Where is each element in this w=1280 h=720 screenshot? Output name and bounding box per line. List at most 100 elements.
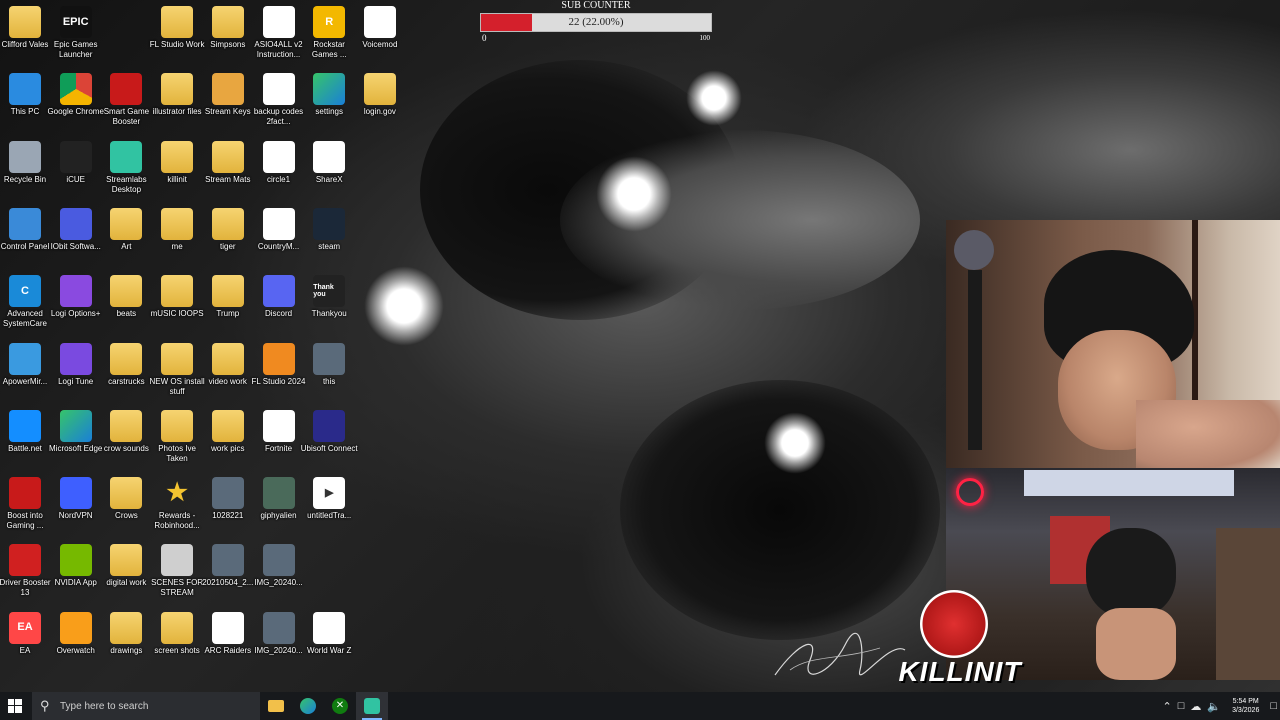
notification-icon[interactable]: □ [1270,700,1277,712]
desktop-icon-smart-game-booster[interactable]: Smart Game Booster [101,73,151,135]
desktop-icon-steam[interactable]: steam [304,207,354,270]
desktop-icon-fl-studio-work[interactable]: FL Studio Work [150,6,204,68]
desktop-icon-arc-raiders[interactable]: ARC Raiders [203,611,253,674]
image-icon [211,477,244,510]
desktop-icon-label: 20210504_2... [202,578,254,588]
desktop-icon-untitledtra[interactable]: ▶ untitledTra... [304,477,354,539]
desktop-icon-simpsons[interactable]: Simpsons [203,6,253,68]
desktop-icon-label: illustrator files [152,107,202,117]
desktop-icon-tiger[interactable]: tiger [203,207,253,270]
desktop-icon-nordvpn[interactable]: NordVPN [51,477,101,539]
desktop-icon-digital-work[interactable]: digital work [101,544,151,606]
edge-icon [300,698,316,714]
desktop-icon-label: tiger [220,241,236,251]
desktop-icon-killinit[interactable]: killinit [152,140,202,203]
desktop-icon-carstrucks[interactable]: carstrucks [101,342,151,405]
desktop-icon-clifford-vales[interactable]: Clifford Vales [0,6,50,68]
desktop-icon-music-loops[interactable]: mUSIC lOOPS [151,275,204,337]
desktop-icon-video-work[interactable]: video work [203,342,253,405]
desktop-icon-new-os-install-stuff[interactable]: NEW OS install stuff [150,342,205,405]
desktop-icon-ea[interactable]: EA EA [0,611,50,674]
webcam-face-feed [946,220,1280,468]
desktop-icon-fl-studio-2024[interactable]: FL Studio 2024 [252,342,305,405]
desktop-icon-screen-shots[interactable]: screen shots [152,611,202,674]
desktop-icon-discord[interactable]: Discord [254,275,304,337]
taskbar-search-box[interactable]: ⚲ Type here to search [32,692,260,720]
desktop-icon-rockstar-games[interactable]: R Rockstar Games ... [304,6,354,68]
glowing-eye [364,266,444,346]
folder-icon [161,275,194,308]
start-button[interactable] [0,692,30,720]
desktop-icon-beats[interactable]: beats [101,275,151,337]
sub-counter-value: 22 (22.00%) [568,16,624,28]
desktop-icon-control-panel[interactable]: Control Panel [0,207,50,270]
desktop-icon-circle1[interactable]: PDF circle1 [254,140,304,203]
desktop-icon-photos-ive-taken[interactable]: Photos Ive Taken [152,409,202,472]
desktop-icon-scenes-for-stream[interactable]: SCENES FOR STREAM [151,544,203,606]
desktop-icon-stream-keys[interactable]: Stream Keys [203,73,253,135]
desktop-icon-driver-booster-13[interactable]: Driver Booster 13 [0,544,51,606]
desktop-icon-label: backup codes 2fact... [253,107,304,127]
desktop-icon-icue[interactable]: iCUE [51,140,101,203]
desktop-icon-trump[interactable]: Trump [203,275,253,337]
chevron-up-icon[interactable]: ⌃ [1163,700,1172,713]
desktop-icon-rewards-robinhood[interactable]: ★ Rewards - Robinhood... [152,477,202,539]
onedrive-icon[interactable]: ☁ [1190,700,1201,713]
desktop-icon-advanced-systemcare[interactable]: C Advanced SystemCare [0,275,50,337]
desktop-icon-giphyalien[interactable]: giphyalien [254,477,304,539]
desktop-icon-logi-options[interactable]: Logi Options+ [51,275,101,337]
desktop-icon-countrym[interactable]: CountryM... [254,207,304,270]
desktop-icon-login-gov[interactable]: login.gov [355,73,405,135]
desktop-icon-backup-codes-2fact[interactable]: backup codes 2fact... [254,73,304,135]
volume-icon[interactable]: 🔈 [1207,700,1221,713]
desktop-icon-label: settings [315,107,343,117]
doc-icon [363,6,396,38]
network-icon[interactable]: □ [1178,700,1185,712]
desktop-icon-crow-sounds[interactable]: crow sounds [101,409,151,472]
desktop-icon-label: untitledTra... [307,511,352,521]
desktop-icon-20210504-2[interactable]: 20210504_2... [202,544,253,606]
desktop-icon-settings[interactable]: settings [304,73,354,135]
taskbar-xbox[interactable]: ✕ [324,692,356,720]
desktop-icon-streamlabs-desktop[interactable]: Streamlabs Desktop [101,140,151,203]
desktop-icon-google-chrome[interactable]: Google Chrome [47,73,104,135]
desktop-icon-boost-into-gaming[interactable]: Boost into Gaming ... [0,477,50,539]
desktop-icon-work-pics[interactable]: work pics [203,409,253,472]
desktop-icon-fortnite[interactable]: Fortnite [254,409,304,472]
desktop-icon-thankyou[interactable]: Thank you Thankyou [304,275,354,337]
desktop-icon-overwatch[interactable]: Overwatch [51,611,101,674]
desktop-icon-iobit-softwa[interactable]: IObit Softwa... [51,207,101,270]
desktop-icon-apowermir[interactable]: ApowerMir... [0,342,50,405]
desktop-icon-epic-games-launcher[interactable]: EPIC Epic Games Launcher [51,6,101,68]
desktop-icon-voicemod[interactable]: Voicemod [355,6,405,68]
desktop-icon-drawings[interactable]: drawings [101,611,151,674]
sub-counter-widget: SUB COUNTER 22 (22.00%) 0 100 [480,0,712,44]
desktop-icon-ubisoft-connect[interactable]: Ubisoft Connect [301,409,358,472]
desktop-icon-stream-mats[interactable]: Stream Mats [203,140,253,203]
channel-logo: KILLINIT [880,590,1040,690]
desktop-icon-1028221[interactable]: 1028221 [203,477,253,539]
taskbar-file-explorer[interactable] [260,692,292,720]
desktop-icon-img-20240[interactable]: IMG_20240... [254,544,304,606]
desktop-icon-me[interactable]: me [152,207,202,270]
clock-time: 5:54 PM [1232,698,1259,705]
desktop-icon-world-war-z[interactable]: World War Z [304,611,354,674]
taskbar-edge[interactable] [292,692,324,720]
desktop-icon-microsoft-edge[interactable]: Microsoft Edge [49,409,102,472]
desktop-icon-nvidia-app[interactable]: NVIDIA App [51,544,101,606]
desktop-icon-logi-tune[interactable]: Logi Tune [51,342,101,405]
desktop-icon-sharex[interactable]: ShareX [304,140,354,203]
desktop-icon-illustrator-files[interactable]: illustrator files [152,73,202,135]
desktop-icon-this[interactable]: this [304,342,354,405]
desktop-icon-asio4all-v2-instruction[interactable]: PDF ASIO4ALL v2 Instruction... [254,6,304,68]
desktop-icon-crows[interactable]: Crows [101,477,151,539]
desktop-icon-battle-net[interactable]: Battle.net [0,409,50,472]
taskbar-streamlabs[interactable] [356,692,388,720]
desktop-icon-art[interactable]: Art [101,207,151,270]
desktop-icon-label: Simpsons [210,40,246,49]
icue-icon [59,140,92,173]
taskbar-clock[interactable]: 5:54 PM 3/3/2026 [1232,697,1259,715]
desktop-icon-recycle-bin[interactable]: Recycle Bin [0,140,50,203]
desktop-icon-this-pc[interactable]: This PC [0,73,50,135]
desktop-icon-img-20240[interactable]: IMG_20240... [254,611,304,674]
